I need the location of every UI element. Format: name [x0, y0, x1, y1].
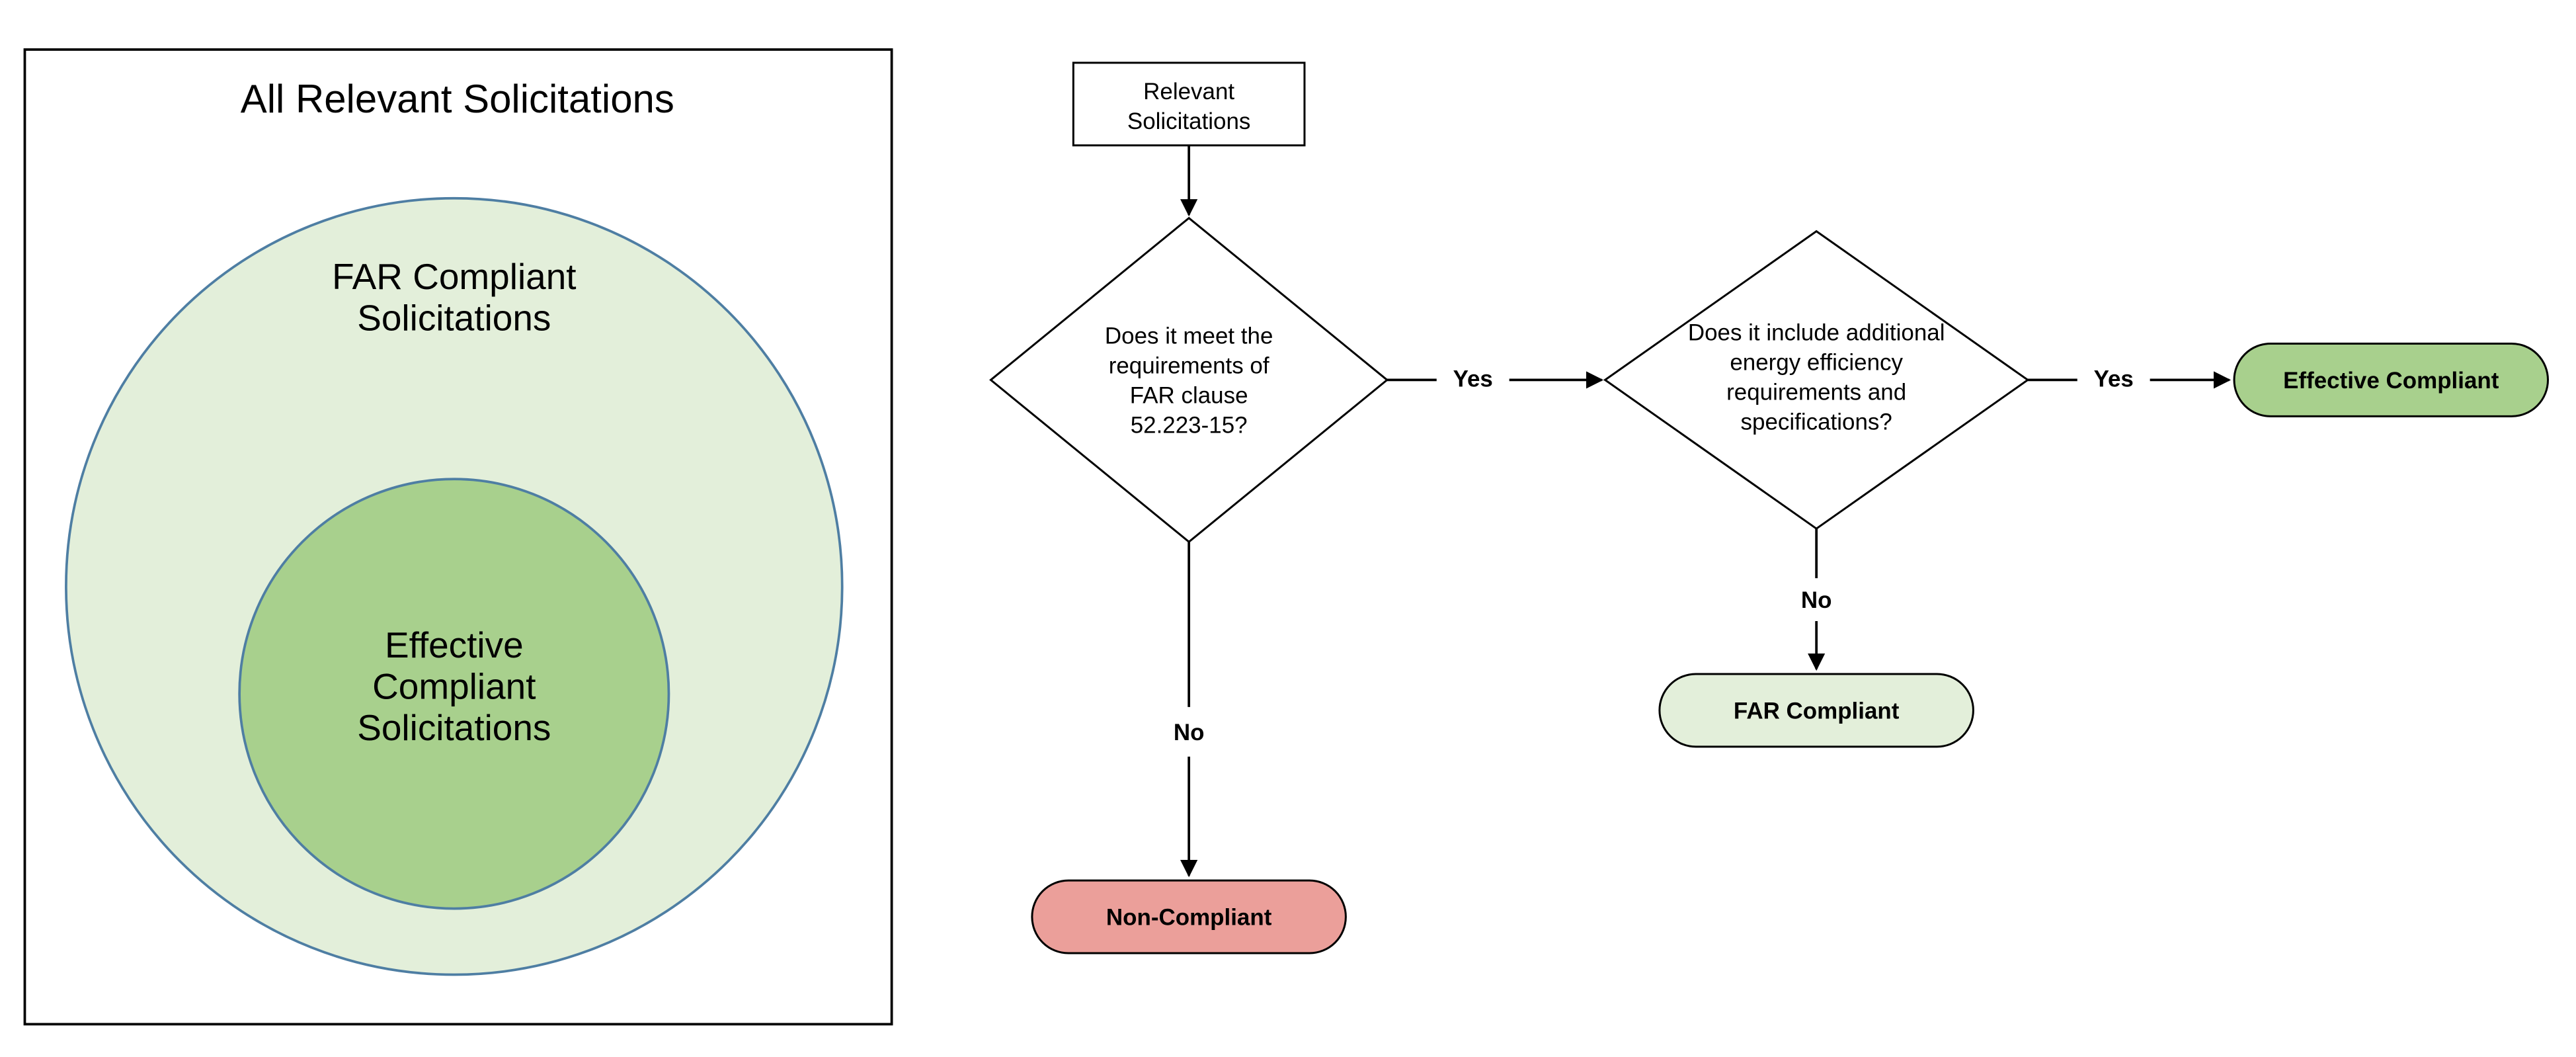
- flow-start-label-1: Relevant: [1143, 79, 1234, 105]
- flow-term-far: FAR Compliant: [1660, 674, 1974, 747]
- flow-decision-2: Does it include additional energy effici…: [1605, 232, 2028, 529]
- flow-term-noncompliant: Non-Compliant: [1032, 880, 1346, 953]
- venn-effective-label-3: Solicitations: [357, 707, 551, 748]
- flow-d2-no-label: No: [1801, 587, 1832, 613]
- flow-term-far-label: FAR Compliant: [1734, 698, 1900, 724]
- flow-term-noncompliant-label: Non-Compliant: [1106, 905, 1272, 931]
- flow-d1-no-label: No: [1174, 720, 1205, 745]
- venn-far-label-1: FAR Compliant: [332, 256, 576, 297]
- flow-d1-l3: FAR clause: [1130, 382, 1248, 408]
- flow-d1-l2: requirements of: [1109, 353, 1269, 378]
- flow-d2-l2: energy efficiency: [1730, 349, 1903, 375]
- flow-decision-1: Does it meet the requirements of FAR cla…: [990, 218, 1387, 542]
- flow-d2-l4: specifications?: [1741, 409, 1892, 435]
- venn-far-label-2: Solicitations: [357, 297, 551, 338]
- diagram-root: All Relevant Solicitations FAR Compliant…: [0, 0, 2576, 1057]
- venn-diagram: All Relevant Solicitations FAR Compliant…: [24, 50, 891, 1024]
- flow-d1-l4: 52.223-15?: [1131, 412, 1248, 438]
- flow-d1-l1: Does it meet the: [1105, 323, 1273, 349]
- flow-d2-l1: Does it include additional: [1688, 319, 1945, 345]
- flow-term-effective-label: Effective Compliant: [2283, 368, 2499, 394]
- flowchart: Relevant Solicitations Does it meet the …: [990, 63, 2548, 953]
- flow-d1-yes-label: Yes: [1453, 366, 1493, 392]
- venn-effective-label-2: Compliant: [372, 665, 536, 706]
- flow-d2-l3: requirements and: [1726, 379, 1906, 405]
- flow-term-effective: Effective Compliant: [2234, 343, 2548, 416]
- venn-effective-label-1: Effective: [385, 624, 524, 665]
- flow-d2-yes-label: Yes: [2094, 366, 2134, 392]
- venn-outer-box-label: All Relevant Solicitations: [241, 77, 674, 121]
- flow-start-label-2: Solicitations: [1127, 108, 1251, 134]
